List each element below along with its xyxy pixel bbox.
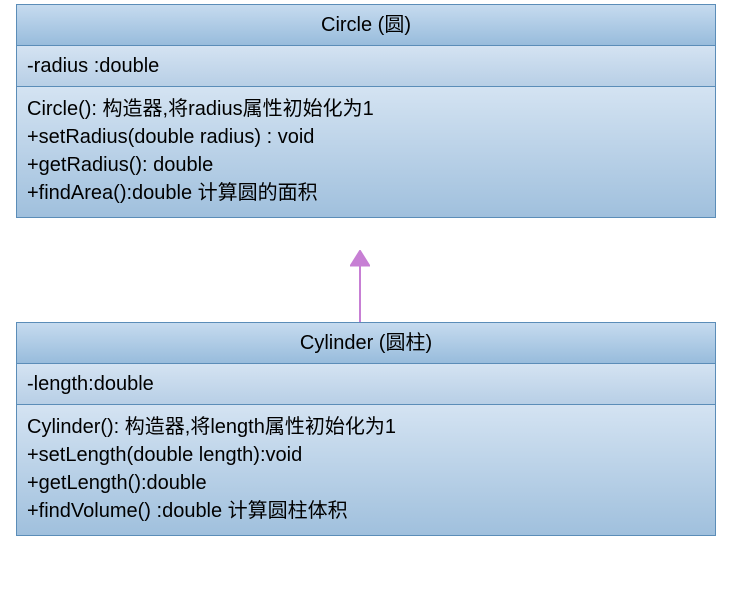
class-attributes: -radius :double — [17, 46, 715, 87]
method-text: +findVolume() :double 计算圆柱体积 — [27, 497, 705, 525]
class-attributes: -length:double — [17, 364, 715, 405]
attribute-text: -length:double — [27, 373, 154, 395]
class-methods: Circle(): 构造器,将radius属性初始化为1 +setRadius(… — [17, 87, 715, 217]
class-name-text: Cylinder (圆柱) — [300, 332, 432, 354]
uml-class-circle: Circle (圆) -radius :double Circle(): 构造器… — [16, 4, 716, 218]
class-title: Cylinder (圆柱) — [17, 323, 715, 364]
method-text: Cylinder(): 构造器,将length属性初始化为1 — [27, 413, 705, 441]
class-title: Circle (圆) — [17, 5, 715, 46]
method-text: Circle(): 构造器,将radius属性初始化为1 — [27, 95, 705, 123]
inheritance-arrow — [350, 250, 370, 320]
class-name-text: Circle (圆) — [321, 14, 411, 36]
method-text: +setRadius(double radius) : void — [27, 123, 705, 151]
method-text: +getLength():double — [27, 469, 705, 497]
attribute-text: -radius :double — [27, 55, 159, 77]
method-text: +findArea():double 计算圆的面积 — [27, 179, 705, 207]
arrow-icon — [350, 250, 370, 322]
uml-class-cylinder: Cylinder (圆柱) -length:double Cylinder():… — [16, 322, 716, 536]
class-methods: Cylinder(): 构造器,将length属性初始化为1 +setLengt… — [17, 405, 715, 535]
method-text: +getRadius(): double — [27, 151, 705, 179]
method-text: +setLength(double length):void — [27, 441, 705, 469]
